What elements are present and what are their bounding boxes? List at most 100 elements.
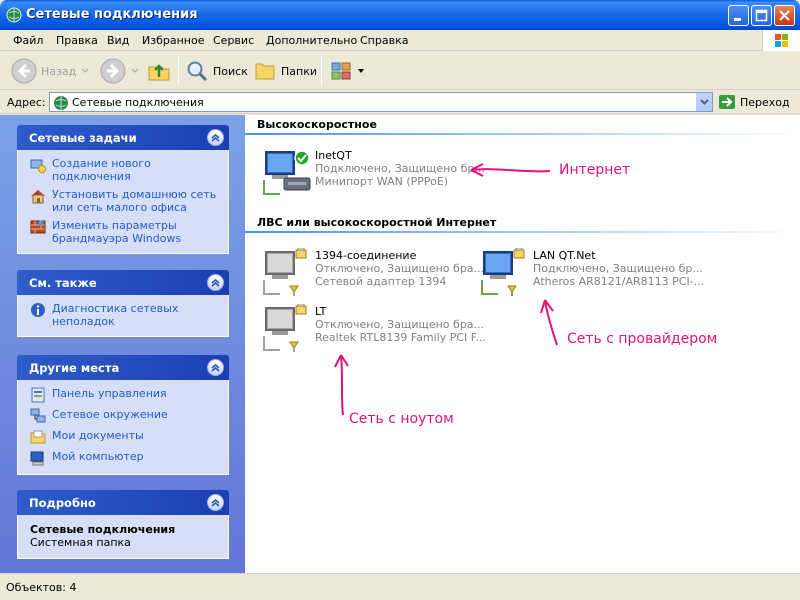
details-type: Системная папка bbox=[30, 536, 131, 549]
chevron-down-icon bbox=[358, 69, 364, 73]
task-firewall-settings[interactable]: Изменить параметры брандмауэра Windows bbox=[30, 219, 218, 245]
other-places-body: Панель управления Сетевое окружение Мои … bbox=[17, 380, 229, 475]
menu-view[interactable]: Вид bbox=[107, 34, 129, 47]
chevron-up-icon bbox=[211, 134, 220, 142]
annotation-internet: Интернет bbox=[559, 162, 631, 178]
network-connections-icon bbox=[54, 96, 68, 110]
close-button[interactable] bbox=[774, 5, 795, 26]
details-body: Сетевые подключения Системная папка bbox=[17, 515, 229, 559]
place-my-computer[interactable]: Мой компьютер bbox=[30, 450, 218, 466]
address-value: Сетевые подключения bbox=[72, 96, 204, 109]
up-folder-button[interactable] bbox=[146, 56, 172, 86]
search-button[interactable]: Поиск bbox=[185, 56, 248, 86]
chevron-up-icon bbox=[211, 279, 220, 287]
place-label: Мои документы bbox=[52, 429, 144, 442]
menu-favorites[interactable]: Избранное bbox=[142, 34, 204, 47]
go-button[interactable]: Переход bbox=[718, 94, 790, 110]
windows-logo bbox=[762, 30, 800, 51]
menu-tools[interactable]: Сервис bbox=[213, 34, 254, 47]
see-also-panel: См. также Диагностика сетевых неполадок bbox=[17, 270, 229, 337]
toolbar-separator bbox=[321, 57, 322, 85]
title-bar[interactable]: Сетевые подключения bbox=[0, 0, 800, 30]
place-control-panel[interactable]: Панель управления bbox=[30, 387, 218, 403]
see-also-body: Диагностика сетевых неполадок bbox=[17, 295, 229, 337]
other-places-panel: Другие места Панель управления Сетевое о… bbox=[17, 355, 229, 475]
explorer-window: Сетевые подключения Файл Правка Вид Избр… bbox=[0, 0, 800, 600]
folders-button[interactable]: Папки bbox=[253, 56, 317, 86]
maximize-button[interactable] bbox=[751, 5, 772, 26]
network-connections-icon bbox=[6, 7, 22, 23]
network-tasks-header[interactable]: Сетевые задачи bbox=[17, 125, 229, 150]
minimize-button[interactable] bbox=[728, 5, 749, 26]
views-icon bbox=[331, 62, 351, 80]
place-my-documents[interactable]: Мои документы bbox=[30, 429, 218, 445]
minimize-icon bbox=[734, 18, 741, 21]
arrow-to-lt bbox=[334, 354, 349, 416]
panel-title: См. также bbox=[29, 276, 97, 290]
content-pane: Высокоскоростное InetQT Подключено, Защи… bbox=[245, 115, 800, 573]
panel-title: Сетевые задачи bbox=[29, 131, 137, 145]
back-label: Назад bbox=[41, 64, 77, 78]
place-network-places[interactable]: Сетевое окружение bbox=[30, 408, 218, 424]
forward-arrow-icon bbox=[100, 58, 126, 84]
menu-advanced[interactable]: Дополнительно bbox=[266, 34, 357, 47]
search-icon bbox=[187, 61, 208, 82]
chevron-up-icon bbox=[211, 499, 220, 507]
other-places-header[interactable]: Другие места bbox=[17, 355, 229, 380]
network-tasks-body: Создание нового подключения Установить д… bbox=[17, 150, 229, 254]
forward-button[interactable] bbox=[100, 56, 140, 86]
place-label: Мой компьютер bbox=[52, 450, 144, 463]
info-icon bbox=[31, 303, 45, 317]
home-network-icon bbox=[31, 190, 45, 204]
address-input[interactable]: Сетевые подключения bbox=[49, 92, 713, 112]
collapse-button[interactable] bbox=[207, 494, 224, 511]
views-button[interactable] bbox=[329, 56, 365, 86]
arrow-to-lan-qt-net bbox=[540, 299, 558, 346]
menu-help[interactable]: Справка bbox=[360, 34, 408, 47]
collapse-button[interactable] bbox=[207, 274, 224, 291]
new-connection-icon bbox=[30, 159, 46, 173]
panel-title: Другие места bbox=[29, 361, 120, 375]
maximize-icon bbox=[755, 9, 768, 22]
address-label: Адрес: bbox=[7, 96, 46, 109]
status-bar: Объектов: 4 bbox=[0, 573, 800, 600]
my-documents-icon bbox=[30, 430, 46, 444]
task-label: Создание нового подключения bbox=[52, 157, 151, 183]
place-label: Сетевое окружение bbox=[52, 408, 168, 421]
toolbar: Назад Поиск Папки bbox=[0, 51, 800, 90]
chevron-down-icon bbox=[81, 68, 89, 73]
status-item-count: Объектов: 4 bbox=[6, 581, 77, 594]
go-arrow-icon bbox=[719, 95, 735, 109]
details-name: Сетевые подключения bbox=[30, 523, 176, 536]
go-label: Переход bbox=[740, 95, 790, 109]
details-header[interactable]: Подробно bbox=[17, 490, 229, 515]
close-icon bbox=[779, 10, 790, 21]
window-title: Сетевые подключения bbox=[26, 7, 198, 22]
task-pane: Сетевые задачи Создание нового подключен… bbox=[0, 115, 245, 573]
up-folder-icon bbox=[148, 64, 170, 81]
folders-icon bbox=[255, 63, 275, 80]
collapse-button[interactable] bbox=[207, 129, 224, 146]
see-also-header[interactable]: См. также bbox=[17, 270, 229, 295]
my-computer-icon bbox=[30, 451, 44, 466]
annotation-laptop: Сеть с ноутом bbox=[349, 411, 454, 427]
chevron-down-icon bbox=[700, 99, 709, 105]
menu-edit[interactable]: Правка bbox=[56, 34, 98, 47]
task-create-connection[interactable]: Создание нового подключения bbox=[30, 157, 218, 183]
address-dropdown-button[interactable] bbox=[695, 93, 712, 111]
place-label: Панель управления bbox=[52, 387, 167, 400]
chevron-down-icon bbox=[131, 68, 139, 73]
details-panel: Подробно Сетевые подключения Системная п… bbox=[17, 490, 229, 559]
collapse-button[interactable] bbox=[207, 359, 224, 376]
chevron-up-icon bbox=[211, 364, 220, 372]
task-diagnostics[interactable]: Диагностика сетевых неполадок bbox=[30, 302, 218, 328]
menu-file[interactable]: Файл bbox=[13, 34, 43, 47]
annotation-provider: Сеть с провайдером bbox=[567, 331, 718, 347]
task-home-network[interactable]: Установить домашнюю сеть или сеть малого… bbox=[30, 188, 218, 214]
folders-label: Папки bbox=[281, 64, 317, 78]
address-bar: Адрес: Сетевые подключения Переход bbox=[0, 90, 800, 114]
panel-title: Подробно bbox=[29, 496, 96, 510]
task-label: Изменить параметры брандмауэра Windows bbox=[52, 219, 182, 245]
back-button[interactable]: Назад bbox=[11, 56, 90, 86]
back-arrow-icon bbox=[11, 58, 37, 84]
